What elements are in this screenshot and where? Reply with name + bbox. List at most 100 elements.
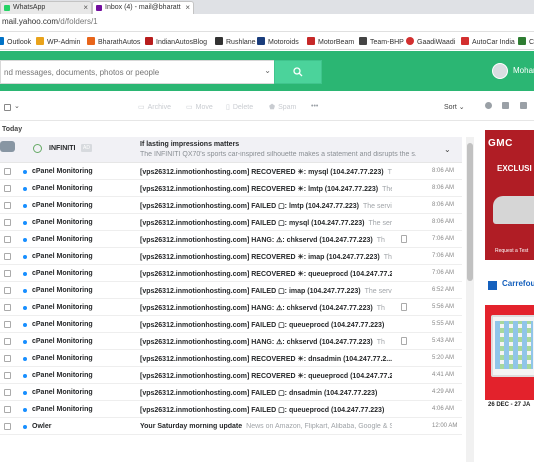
notepad-icon[interactable] <box>520 102 527 109</box>
unread-dot-icon <box>23 323 27 327</box>
ad-description: The INFINITI QX70's sports car-inspired … <box>140 151 416 158</box>
row-checkbox[interactable] <box>4 304 11 311</box>
sender-name: cPanel Monitoring <box>32 304 93 311</box>
chevron-down-icon[interactable]: ⌄ <box>444 145 451 154</box>
indianautos-icon <box>145 37 153 45</box>
bookmark-wp-admin[interactable]: WP-Admin <box>36 37 80 46</box>
row-checkbox[interactable] <box>4 219 11 226</box>
search-box[interactable]: ⌄ <box>0 60 278 84</box>
timestamp: 5:55 AM <box>432 321 455 327</box>
row-checkbox[interactable] <box>4 185 11 192</box>
row-checkbox[interactable] <box>4 168 11 175</box>
list-item[interactable]: cPanel Monitoring [vps26312.inmotionhosti… <box>0 248 462 265</box>
username[interactable]: Mohan <box>513 66 534 75</box>
row-checkbox[interactable] <box>4 321 11 328</box>
list-item[interactable]: cPanel Monitoring [vps26312.inmotionhosti… <box>0 316 462 333</box>
search-input[interactable] <box>1 61 261 83</box>
sender-name: cPanel Monitoring <box>32 185 93 192</box>
list-item[interactable]: cPanel Monitoring [vps26312.inmotionhosti… <box>0 214 462 231</box>
list-item[interactable]: cPanel Monitoring [vps26312.inmotionhosti… <box>0 384 462 401</box>
bookmark-ca[interactable]: Ca <box>518 37 534 46</box>
contacts-icon[interactable] <box>485 102 492 109</box>
list-item[interactable]: cPanel Monitoring [vps26312.inmotionhosti… <box>0 350 462 367</box>
row-checkbox[interactable] <box>4 389 11 396</box>
list-item[interactable]: Owler Your Saturday morning update News on… <box>0 418 462 435</box>
bookmark-indianautosblog[interactable]: IndianAutosBlog <box>145 37 207 46</box>
bookmark-team-bhp[interactable]: Team-BHP <box>359 37 404 46</box>
move-button[interactable]: ▭ Move <box>186 103 213 111</box>
bookmark-motoroids[interactable]: Motoroids <box>257 37 299 46</box>
scrollbar[interactable] <box>466 137 474 462</box>
subject: [vps26312.inmotionhosting.com] FAILED ▢:… <box>140 390 378 397</box>
tab-label: WhatsApp <box>13 4 46 11</box>
row-checkbox[interactable] <box>4 287 11 294</box>
tab-whatsapp[interactable]: WhatsApp × <box>0 1 92 14</box>
carrefour-ad[interactable]: Carrefour 26 DEC - 27 JA <box>485 275 534 412</box>
unread-dot-icon <box>23 306 27 310</box>
sender-name: cPanel Monitoring <box>32 168 93 175</box>
tab-yahoo-inbox[interactable]: Inbox (4) - mail@bharatt × <box>92 1 194 14</box>
delete-button[interactable]: ▯ Delete <box>226 103 253 111</box>
row-checkbox[interactable] <box>4 423 11 430</box>
mail-toolbar: ⌄ ▭ Archive ▭ Move ▯ Delete ⬟ Spam ••• Sort … <box>0 91 478 121</box>
unread-dot-icon <box>23 289 27 293</box>
subject: [vps26312.inmotionhosting.com] HANG: ⚠: … <box>140 305 385 312</box>
sponsored-message[interactable]: INFINITI AD If lasting impressions matte… <box>0 137 462 163</box>
sort-button[interactable]: Sort ⌄ <box>444 103 465 111</box>
bookmark-gaadiwaadi[interactable]: GaadiWaadi <box>406 37 455 46</box>
row-checkbox[interactable] <box>4 355 11 362</box>
carrefour-logo-icon <box>488 281 497 290</box>
search-button[interactable] <box>274 60 322 84</box>
sender-name: cPanel Monitoring <box>32 389 93 396</box>
list-item[interactable]: cPanel Monitoring [vps26312.inmotionhosti… <box>0 367 462 384</box>
list-item[interactable]: cPanel Monitoring [vps26312.inmotionhosti… <box>0 163 462 180</box>
subject: [vps26312.inmotionhosting.com] FAILED ▢:… <box>140 407 385 414</box>
row-checkbox[interactable] <box>4 270 11 277</box>
gmc-ad[interactable]: GMC EXCLUSI Request a Test <box>485 130 534 260</box>
close-tab-icon[interactable]: × <box>83 2 88 14</box>
row-checkbox[interactable] <box>4 372 11 379</box>
browser-tab-bar: WhatsApp × Inbox (4) - mail@bharatt × <box>0 0 534 14</box>
list-item[interactable]: cPanel Monitoring [vps26312.inmotionhosti… <box>0 401 462 418</box>
ad-dates: 26 DEC - 27 JA <box>485 400 534 412</box>
close-tab-icon[interactable]: × <box>185 2 190 14</box>
bookmark-outlook[interactable]: Outlook <box>0 37 31 46</box>
list-item[interactable]: cPanel Monitoring [vps26312.inmotionhosti… <box>0 333 462 350</box>
list-item[interactable]: cPanel Monitoring [vps26312.inmotionhosti… <box>0 180 462 197</box>
select-all-checkbox[interactable] <box>4 104 11 111</box>
bookmark-autocar-india[interactable]: AutoCar India <box>461 37 515 46</box>
list-item[interactable]: cPanel Monitoring [vps26312.inmotionhosti… <box>0 282 462 299</box>
attachment-icon <box>401 303 407 311</box>
bookmark-motorbeam[interactable]: MotorBeam <box>307 37 354 46</box>
calendar-icon[interactable] <box>502 102 509 109</box>
subject: [vps26312.inmotionhosting.com] FAILED ▢:… <box>140 203 392 210</box>
bookmark-bharathautos[interactable]: BharathAutos <box>87 37 140 46</box>
timestamp: 8:06 AM <box>432 202 455 208</box>
scrollbar-thumb[interactable] <box>467 143 473 281</box>
ad-sender: INFINITI <box>49 145 76 152</box>
bookmark-rushlane[interactable]: Rushlane <box>215 37 256 46</box>
row-checkbox[interactable] <box>4 236 11 243</box>
row-checkbox[interactable] <box>4 253 11 260</box>
ad-cta[interactable]: Request a Test <box>495 248 528 254</box>
address-bar[interactable]: mail.yahoo.com/d/folders/1 <box>0 14 534 32</box>
more-button[interactable]: ••• <box>311 103 318 110</box>
archive-icon: ▭ <box>138 104 145 111</box>
row-checkbox[interactable] <box>4 406 11 413</box>
spam-button[interactable]: ⬟ Spam <box>269 103 296 111</box>
outlook-icon <box>0 37 4 45</box>
sender-name: cPanel Monitoring <box>32 253 93 260</box>
list-item[interactable]: cPanel Monitoring [vps26312.inmotionhosti… <box>0 265 462 282</box>
avatar[interactable] <box>492 63 508 79</box>
chevron-down-icon[interactable]: ⌄ <box>14 102 20 110</box>
list-item[interactable]: cPanel Monitoring [vps26312.inmotionhosti… <box>0 231 462 248</box>
chevron-down-icon[interactable]: ⌄ <box>264 66 271 75</box>
row-checkbox[interactable] <box>4 202 11 209</box>
list-item[interactable]: cPanel Monitoring [vps26312.inmotionhosti… <box>0 197 462 214</box>
timestamp: 8:06 AM <box>432 168 455 174</box>
row-checkbox[interactable] <box>4 338 11 345</box>
list-item[interactable]: cPanel Monitoring [vps26312.inmotionhosti… <box>0 299 462 316</box>
url-text[interactable]: mail.yahoo.com/d/folders/1 <box>2 17 98 26</box>
archive-button[interactable]: ▭ Archive <box>138 103 171 111</box>
subject: [vps26312.inmotionhosting.com] RECOVERED… <box>140 169 392 176</box>
